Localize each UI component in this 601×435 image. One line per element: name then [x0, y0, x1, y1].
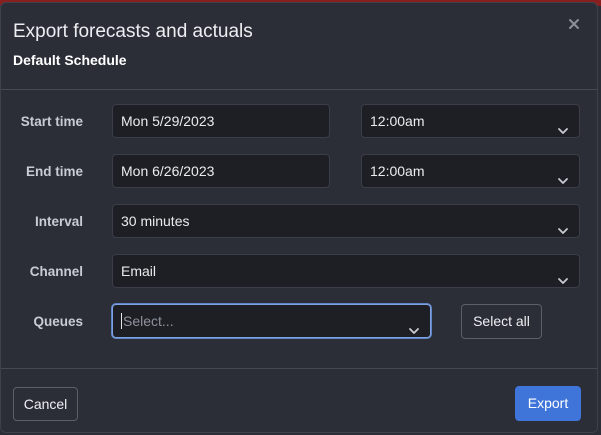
dialog-title: Export forecasts and actuals — [13, 21, 253, 42]
start-date-input[interactable]: Mon 5/29/2023 — [112, 104, 330, 138]
interval-row: Interval 30 minutes — [1, 204, 597, 240]
start-time-label: Start time — [20, 114, 83, 129]
end-date-input[interactable]: Mon 6/26/2023 — [112, 154, 330, 188]
start-date-value: Mon 5/29/2023 — [121, 113, 215, 129]
channel-label: Channel — [29, 264, 83, 279]
end-time-row: End time Mon 6/26/2023 12:00am — [1, 154, 597, 190]
queues-row: Queues Select... Select all — [1, 304, 597, 340]
start-time-row: Start time Mon 5/29/2023 12:00am — [1, 104, 597, 140]
start-time-value: 12:00am — [370, 113, 425, 129]
interval-select[interactable]: 30 minutes — [112, 204, 580, 238]
end-time-value: 12:00am — [370, 163, 425, 179]
end-date-value: Mon 6/26/2023 — [121, 163, 215, 179]
select-all-button[interactable]: Select all — [461, 304, 542, 339]
export-button[interactable]: Export — [515, 386, 581, 421]
channel-row: Channel Email — [1, 254, 597, 290]
queues-placeholder: Select... — [123, 313, 174, 329]
chevron-down-icon — [557, 216, 569, 234]
dialog-subtitle: Default Schedule — [13, 52, 127, 68]
queues-select[interactable]: Select... — [112, 304, 431, 338]
end-time-label: End time — [25, 164, 83, 179]
interval-value: 30 minutes — [121, 213, 190, 229]
export-dialog: Export forecasts and actuals Default Sch… — [0, 2, 598, 433]
close-icon[interactable] — [567, 17, 581, 31]
chevron-down-icon — [408, 316, 420, 334]
chevron-down-icon — [557, 116, 569, 134]
interval-label: Interval — [34, 214, 83, 229]
channel-select[interactable]: Email — [112, 254, 580, 288]
chevron-down-icon — [557, 266, 569, 284]
start-time-select[interactable]: 12:00am — [361, 104, 580, 138]
text-cursor — [121, 313, 122, 330]
channel-value: Email — [121, 263, 157, 279]
dialog-footer: Cancel Export — [1, 368, 597, 435]
queues-label: Queues — [33, 314, 83, 329]
chevron-down-icon — [557, 166, 569, 184]
cancel-button[interactable]: Cancel — [13, 387, 78, 421]
end-time-select[interactable]: 12:00am — [361, 154, 580, 188]
dialog-header: Export forecasts and actuals Default Sch… — [1, 3, 597, 90]
